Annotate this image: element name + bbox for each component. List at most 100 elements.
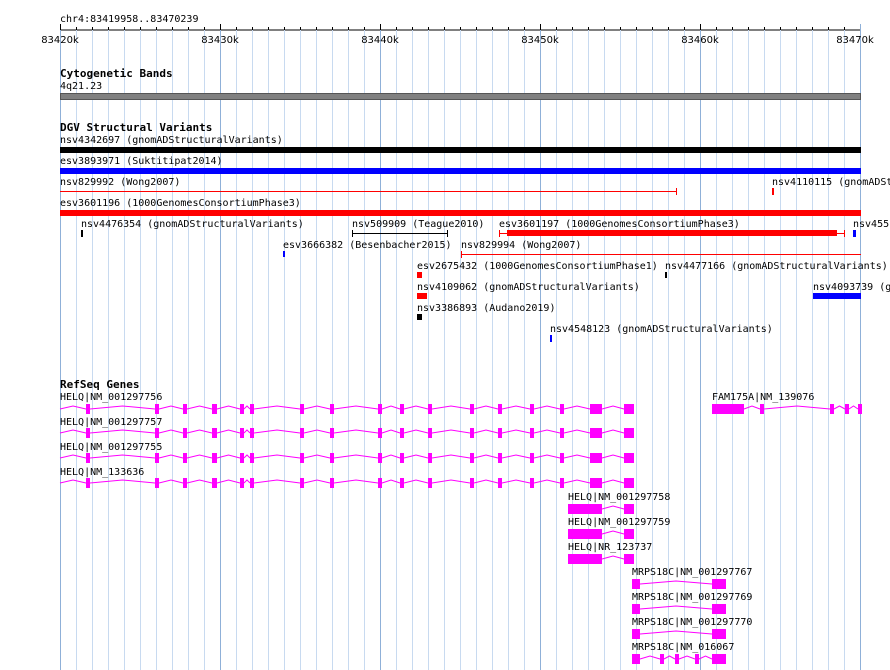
gene-intron xyxy=(158,479,184,484)
gene-intron xyxy=(639,630,713,635)
gene-intron xyxy=(833,405,846,410)
gene-intron xyxy=(743,405,761,410)
gene-intron xyxy=(848,405,859,410)
gene-exon xyxy=(632,604,640,614)
gene-exon xyxy=(300,428,304,438)
gene-exon xyxy=(560,453,564,463)
gene-exon xyxy=(212,453,217,463)
gene-exon xyxy=(530,453,534,463)
gene-exon xyxy=(330,404,334,414)
gene-exon xyxy=(568,504,602,514)
gene-exon xyxy=(470,478,474,488)
gene-intron xyxy=(216,479,241,484)
gene-exon xyxy=(183,453,187,463)
gene-intron xyxy=(678,655,696,660)
gene-intron xyxy=(381,479,401,484)
gene-intron xyxy=(763,405,831,410)
gene-exon xyxy=(300,478,304,488)
gene-exon xyxy=(530,478,534,488)
gene-exon xyxy=(632,579,640,589)
gene-intron xyxy=(303,454,331,459)
gene-intron xyxy=(403,405,429,410)
gene-exon xyxy=(498,478,502,488)
gene-exon xyxy=(624,478,634,488)
gene-intron xyxy=(253,479,301,484)
gene-exon xyxy=(660,654,664,664)
gene-intron xyxy=(381,429,401,434)
gene-intron xyxy=(216,454,241,459)
gene-exon xyxy=(86,453,90,463)
gene-exon xyxy=(498,453,502,463)
gene-intron xyxy=(89,479,156,484)
gene-exon xyxy=(240,428,244,438)
gene-exon xyxy=(330,478,334,488)
gene-exon xyxy=(212,478,217,488)
gene-exon xyxy=(712,404,744,414)
gene-exon xyxy=(624,453,634,463)
gene-intron xyxy=(473,405,499,410)
gene-exon xyxy=(712,629,726,639)
gene-intron xyxy=(59,429,87,434)
gene-exon xyxy=(400,478,404,488)
gene-model[interactable] xyxy=(568,529,634,539)
gene-exon xyxy=(378,478,382,488)
gene-model[interactable] xyxy=(59,478,634,488)
gene-intron xyxy=(563,405,591,410)
gene-intron xyxy=(303,429,331,434)
gene-exon xyxy=(428,428,432,438)
gene-exon xyxy=(624,554,634,564)
gene-intron xyxy=(89,405,156,410)
gene-intron xyxy=(563,429,591,434)
gene-model[interactable] xyxy=(568,504,634,514)
gene-model-layer xyxy=(59,404,862,664)
gene-exon xyxy=(155,453,159,463)
gene-intron xyxy=(639,655,661,660)
gene-intron xyxy=(59,405,87,410)
gene-model[interactable] xyxy=(632,629,726,639)
gene-model[interactable] xyxy=(568,554,634,564)
gene-intron xyxy=(158,405,184,410)
gene-model[interactable] xyxy=(632,654,726,664)
gene-intron xyxy=(501,479,531,484)
gene-model[interactable] xyxy=(59,404,634,414)
gene-exon xyxy=(240,404,244,414)
gene-intron xyxy=(243,454,251,459)
gene-intron xyxy=(501,454,531,459)
gene-intron xyxy=(601,454,625,459)
gene-model[interactable] xyxy=(59,453,634,463)
gene-intron xyxy=(431,429,471,434)
gene-intron xyxy=(473,429,499,434)
gene-exon xyxy=(568,554,602,564)
gene-model[interactable] xyxy=(59,428,634,438)
gene-model[interactable] xyxy=(712,404,862,414)
gene-exon xyxy=(498,428,502,438)
gene-intron xyxy=(403,454,429,459)
gene-exon xyxy=(400,453,404,463)
gene-intron xyxy=(186,454,213,459)
gene-exon xyxy=(712,604,726,614)
gene-intron xyxy=(601,405,625,410)
gene-exon xyxy=(155,428,159,438)
gene-exon xyxy=(400,428,404,438)
gene-exon xyxy=(632,654,640,664)
gene-intron xyxy=(89,429,156,434)
gene-intron xyxy=(431,454,471,459)
gene-model[interactable] xyxy=(632,579,726,589)
gene-model[interactable] xyxy=(632,604,726,614)
gene-exon xyxy=(378,428,382,438)
gene-exon xyxy=(300,453,304,463)
gene-intron xyxy=(186,405,213,410)
gene-intron xyxy=(243,479,251,484)
gene-exon xyxy=(428,453,432,463)
gene-intron xyxy=(431,405,471,410)
gene-exon xyxy=(155,478,159,488)
gene-exon xyxy=(624,529,634,539)
gene-exon xyxy=(590,428,602,438)
gene-exon xyxy=(560,428,564,438)
gene-exon xyxy=(624,428,634,438)
gene-intron xyxy=(403,479,429,484)
gene-exon xyxy=(568,529,602,539)
gene-intron xyxy=(639,580,713,585)
gene-intron xyxy=(473,479,499,484)
gene-exon xyxy=(212,404,217,414)
